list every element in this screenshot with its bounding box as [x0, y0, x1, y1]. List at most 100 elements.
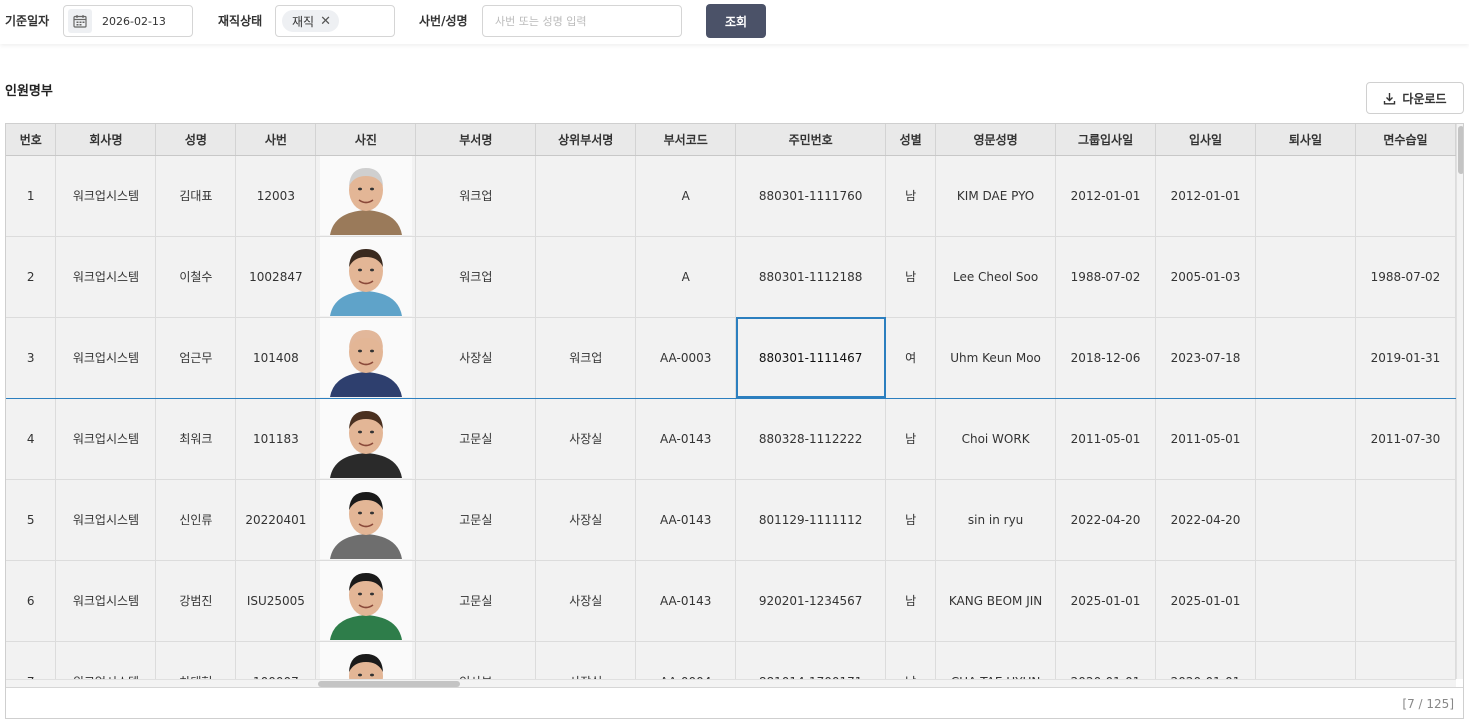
cell-join[interactable]: 2022-04-20 — [1155, 479, 1256, 561]
cell-dept-code[interactable]: A — [635, 236, 737, 318]
column-header[interactable]: 성명 — [155, 124, 237, 156]
table-row[interactable]: 2 워크업시스템 이철수 1002847 워크업 A 880301-1112188 남 Lee… — [6, 236, 1456, 318]
cell-probation-end[interactable] — [1355, 560, 1456, 642]
column-header[interactable]: 번호 — [6, 124, 57, 156]
table-row[interactable]: 5 워크업시스템 신인류 20220401 고문실 사장실 AA-0143 801129-1… — [6, 479, 1456, 561]
cell-company[interactable]: 워크업시스템 — [55, 155, 157, 237]
cell-leave[interactable] — [1255, 560, 1356, 642]
cell-name[interactable]: 김대표 — [155, 155, 237, 237]
table-row[interactable]: 1 워크업시스템 김대표 12003 워크업 A 880301-1111760 남 KIM D… — [6, 155, 1456, 237]
cell-rrn[interactable]: 881014-1700171 — [735, 641, 887, 679]
cell-group-join[interactable]: 2025-01-01 — [1055, 560, 1157, 642]
cell-gender[interactable]: 남 — [885, 560, 937, 642]
cell-eng-name[interactable]: sin in ryu — [935, 479, 1057, 561]
cell-dept[interactable]: 워크업 — [415, 236, 537, 318]
cell-company[interactable]: 워크업시스템 — [55, 560, 157, 642]
photo-cell[interactable] — [315, 641, 417, 679]
column-header[interactable]: 퇴사일 — [1255, 124, 1356, 156]
cell-gender[interactable]: 남 — [885, 236, 937, 318]
cell-dept-code[interactable]: AA-0003 — [635, 316, 737, 399]
chip-remove-icon[interactable]: ✕ — [320, 14, 331, 29]
column-header[interactable]: 성별 — [885, 124, 937, 156]
cell-name[interactable]: 최워크 — [155, 398, 237, 480]
cell-gender[interactable]: 남 — [885, 155, 937, 237]
column-header[interactable]: 영문성명 — [935, 124, 1057, 156]
cell-join[interactable]: 2023-07-18 — [1155, 316, 1256, 399]
photo-cell[interactable] — [315, 479, 417, 561]
cell-emp-id[interactable]: 20220401 — [235, 479, 317, 561]
cell-gender[interactable]: 남 — [885, 641, 937, 679]
cell-probation-end[interactable]: 2011-07-30 — [1355, 398, 1456, 480]
photo-cell[interactable] — [315, 236, 417, 318]
cell-no[interactable]: 4 — [6, 398, 57, 480]
cell-dept[interactable]: 인사부 — [415, 641, 537, 679]
cell-probation-end[interactable]: 2019-01-31 — [1355, 316, 1456, 399]
cell-emp-id[interactable]: 100007 — [235, 641, 317, 679]
cell-dept-code[interactable]: AA-0143 — [635, 479, 737, 561]
cell-no[interactable]: 1 — [6, 155, 57, 237]
column-header[interactable]: 그룹입사일 — [1055, 124, 1157, 156]
cell-name[interactable]: 강범진 — [155, 560, 237, 642]
column-header[interactable]: 부서명 — [415, 124, 537, 156]
cell-emp-id[interactable]: 12003 — [235, 155, 317, 237]
cell-name[interactable]: 이철수 — [155, 236, 237, 318]
cell-leave[interactable] — [1255, 316, 1356, 399]
cell-eng-name[interactable]: Choi WORK — [935, 398, 1057, 480]
cell-rrn[interactable]: 880328-1112222 — [735, 398, 887, 480]
cell-eng-name[interactable]: Lee Cheol Soo — [935, 236, 1057, 318]
cell-company[interactable]: 워크업시스템 — [55, 398, 157, 480]
cell-eng-name[interactable]: CHA TAE HYUN — [935, 641, 1057, 679]
column-header[interactable]: 주민번호 — [735, 124, 887, 156]
cell-parent-dept[interactable]: 사장실 — [535, 398, 637, 480]
cell-dept[interactable]: 고문실 — [415, 479, 537, 561]
cell-no[interactable]: 6 — [6, 560, 57, 642]
cell-rrn[interactable]: 920201-1234567 — [735, 560, 887, 642]
cell-company[interactable]: 워크업시스템 — [55, 479, 157, 561]
cell-leave[interactable] — [1255, 236, 1356, 318]
column-header[interactable]: 회사명 — [55, 124, 157, 156]
cell-probation-end[interactable] — [1355, 155, 1456, 237]
date-picker[interactable]: 2026-02-13 — [63, 5, 193, 37]
column-header[interactable]: 사진 — [315, 124, 417, 156]
cell-company[interactable]: 워크업시스템 — [55, 236, 157, 318]
cell-leave[interactable] — [1255, 398, 1356, 480]
cell-no[interactable]: 7 — [6, 641, 57, 679]
cell-dept-code[interactable]: AA-0143 — [635, 398, 737, 480]
cell-dept-code[interactable]: AA-0143 — [635, 560, 737, 642]
cell-join[interactable]: 2005-01-03 — [1155, 236, 1256, 318]
cell-emp-id[interactable]: 101183 — [235, 398, 317, 480]
cell-parent-dept[interactable]: 사장실 — [535, 560, 637, 642]
status-multiselect[interactable]: 재직 ✕ — [275, 5, 395, 37]
cell-parent-dept[interactable] — [535, 155, 637, 237]
cell-probation-end[interactable]: 1988-07-02 — [1355, 236, 1456, 318]
cell-eng-name[interactable]: Uhm Keun Moo — [935, 316, 1057, 399]
cell-dept[interactable]: 고문실 — [415, 560, 537, 642]
cell-dept-code[interactable]: AA-0004 — [635, 641, 737, 679]
cell-rrn[interactable]: 880301-1111467 — [735, 316, 887, 399]
column-header[interactable]: 부서코드 — [635, 124, 737, 156]
table-row[interactable]: 7워크업시스템차태현100007 인사부사장실AA-0004881014-170… — [6, 641, 1456, 679]
cell-dept-code[interactable]: A — [635, 155, 737, 237]
horizontal-scrollbar[interactable] — [6, 679, 1456, 687]
cell-join[interactable]: 2020-01-01 — [1155, 641, 1256, 679]
vertical-scrollbar[interactable] — [1456, 124, 1463, 679]
column-header[interactable]: 면수습일 — [1355, 124, 1456, 156]
cell-company[interactable]: 워크업시스템 — [55, 316, 157, 399]
table-row[interactable]: 4 워크업시스템 최워크 101183 고문실 사장실 AA-0143 880328-111… — [6, 398, 1456, 480]
cell-parent-dept[interactable] — [535, 236, 637, 318]
cell-name[interactable]: 차태현 — [155, 641, 237, 679]
cell-join[interactable]: 2025-01-01 — [1155, 560, 1256, 642]
cell-group-join[interactable]: 1988-07-02 — [1055, 236, 1157, 318]
cell-parent-dept[interactable]: 사장실 — [535, 479, 637, 561]
query-button[interactable]: 조회 — [706, 4, 766, 38]
column-header[interactable]: 상위부서명 — [535, 124, 637, 156]
cell-eng-name[interactable]: KIM DAE PYO — [935, 155, 1057, 237]
cell-emp-id[interactable]: ISU25005 — [235, 560, 317, 642]
search-input[interactable] — [482, 5, 682, 37]
cell-probation-end[interactable] — [1355, 641, 1456, 679]
cell-no[interactable]: 2 — [6, 236, 57, 318]
cell-gender[interactable]: 남 — [885, 398, 937, 480]
vertical-scroll-thumb[interactable] — [1458, 126, 1463, 174]
photo-cell[interactable] — [315, 155, 417, 237]
photo-cell[interactable] — [315, 560, 417, 642]
